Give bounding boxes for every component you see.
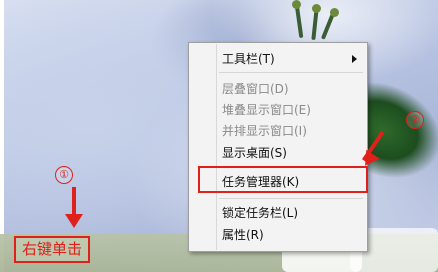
menu-item-stack-windows[interactable]: 堆叠显示窗口(E)	[222, 100, 311, 120]
image-border	[0, 0, 4, 272]
submenu-arrow-icon	[352, 55, 357, 63]
step-2-marker: ②	[406, 111, 424, 129]
step-1-arrow	[72, 187, 76, 217]
step-1-arrow-head	[65, 214, 83, 228]
right-click-label: 右键单击	[14, 236, 90, 263]
step-1-marker: ①	[55, 166, 73, 184]
menu-gutter	[216, 44, 217, 250]
menu-item-toolbars[interactable]: 工具栏(T)	[222, 49, 275, 69]
wallpaper-stamen-tip	[330, 8, 339, 17]
task-manager-highlight-box	[198, 166, 368, 193]
menu-separator	[219, 72, 363, 73]
menu-separator	[219, 198, 363, 199]
wallpaper-stamen	[294, 3, 304, 39]
menu-item-properties[interactable]: 属性(R)	[222, 225, 264, 245]
menu-item-side-by-side-windows[interactable]: 并排显示窗口(I)	[222, 121, 307, 141]
menu-item-lock-taskbar[interactable]: 锁定任务栏(L)	[222, 203, 298, 223]
wallpaper-stamen-tip	[292, 0, 301, 9]
taskbar-context-menu: 工具栏(T) 层叠窗口(D) 堆叠显示窗口(E) 并排显示窗口(I) 显示桌面(…	[188, 42, 368, 252]
menu-item-show-desktop[interactable]: 显示桌面(S)	[222, 143, 287, 163]
wallpaper-stamen-tip	[312, 4, 321, 13]
menu-item-cascade-windows[interactable]: 层叠窗口(D)	[222, 79, 289, 99]
